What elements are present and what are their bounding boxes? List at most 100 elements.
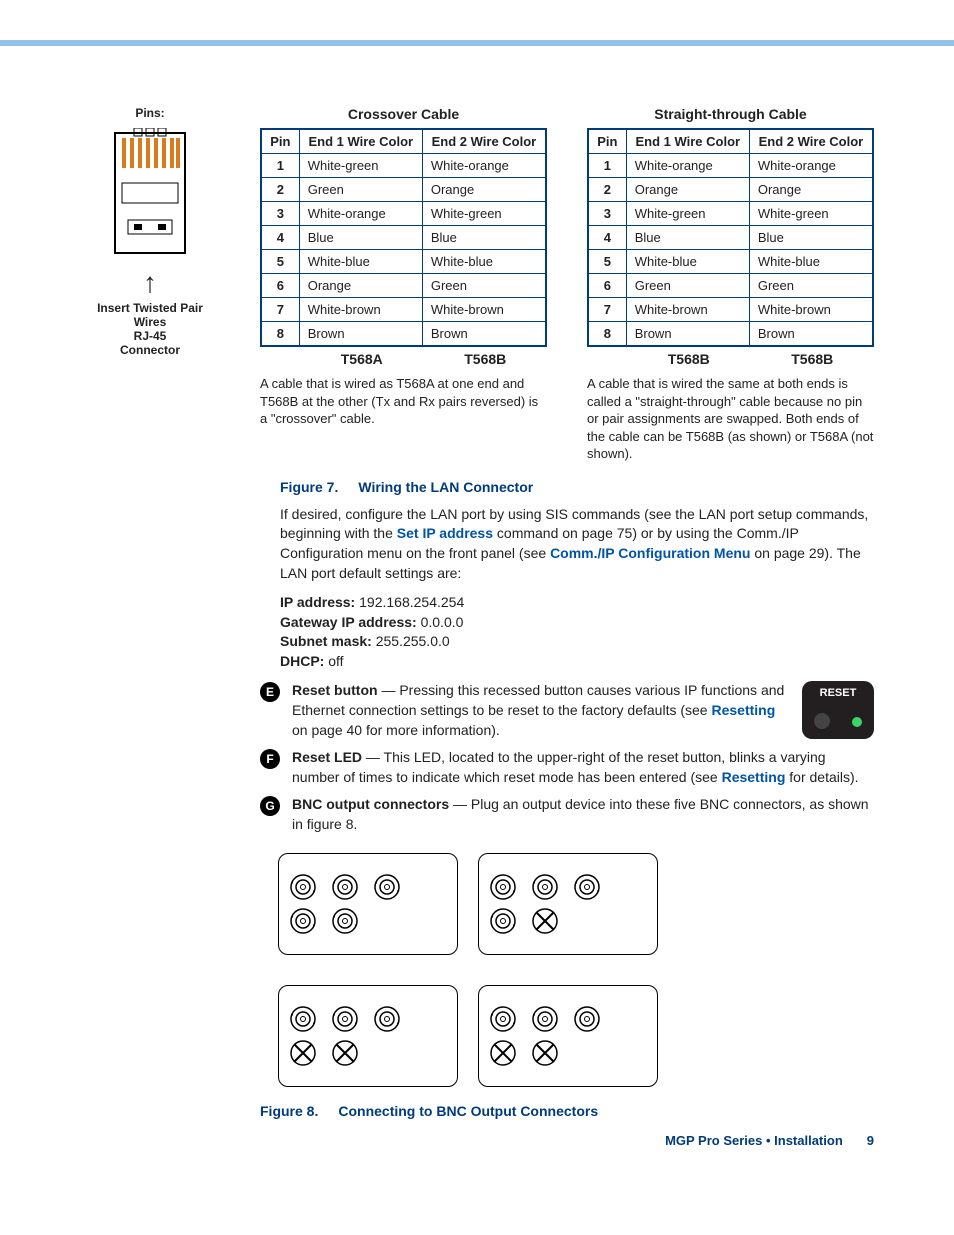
cell-end2: White-brown [749, 298, 873, 322]
cell-pin: 8 [261, 322, 299, 347]
bnc-connector-icon [373, 1005, 401, 1033]
cell-pin: 7 [261, 298, 299, 322]
bnc-connector-icon [489, 1005, 517, 1033]
cell-end1: White-blue [626, 250, 749, 274]
bnc-connector-icon [531, 1005, 559, 1033]
bnc-panel [478, 985, 658, 1087]
bnc-connector-icon [489, 907, 517, 935]
bnc-unused-icon [531, 907, 559, 935]
top-accent-bar [0, 0, 954, 46]
item-bnc-outputs: G BNC output connectors — Plug an output… [260, 795, 874, 834]
straight-std1: T568B [627, 351, 751, 367]
footer-page: 9 [867, 1133, 874, 1148]
bnc-unused-icon [531, 1039, 559, 1067]
crossover-table: Pin End 1 Wire Color End 2 Wire Color 1W… [260, 128, 547, 347]
bnc-connector-icon [331, 1005, 359, 1033]
callout-e: E [260, 682, 280, 702]
default-settings: IP address: 192.168.254.254 Gateway IP a… [280, 593, 874, 671]
straight-table: Pin End 1 Wire Color End 2 Wire Color 1W… [587, 128, 874, 347]
cell-end2: White-orange [749, 154, 873, 178]
link-resetting-2[interactable]: Resetting [722, 769, 786, 785]
bnc-connector-icon [573, 873, 601, 901]
bnc-panel [478, 853, 658, 955]
cell-end1: Green [299, 178, 422, 202]
pins-label: Pins: [80, 106, 220, 120]
cell-end2: Orange [749, 178, 873, 202]
cell-end1: White-brown [299, 298, 422, 322]
crossover-std2: T568B [424, 351, 548, 367]
straight-section: Straight-through Cable Pin End 1 Wire Co… [587, 106, 874, 463]
bnc-connector-icon [289, 907, 317, 935]
cell-end1: Orange [626, 178, 749, 202]
link-set-ip[interactable]: Set IP address [397, 525, 493, 541]
cell-end1: White-orange [626, 154, 749, 178]
cell-end2: Brown [749, 322, 873, 347]
bnc-connector-icon [331, 873, 359, 901]
cell-end2: White-orange [422, 154, 546, 178]
cell-pin: 6 [261, 274, 299, 298]
cell-end2: White-green [749, 202, 873, 226]
col-pin: Pin [588, 129, 626, 154]
cell-pin: 7 [588, 298, 626, 322]
figure-8-label: Figure 8.Connecting to BNC Output Connec… [260, 1103, 874, 1119]
cell-pin: 4 [588, 226, 626, 250]
pins-caption-rj45a: RJ-45 [80, 329, 220, 343]
up-arrow-icon: ↑ [80, 269, 220, 297]
cell-end1: Green [626, 274, 749, 298]
cell-pin: 8 [588, 322, 626, 347]
cell-end1: Blue [626, 226, 749, 250]
link-resetting-1[interactable]: Resetting [711, 702, 775, 718]
link-comm-ip-menu[interactable]: Comm./IP Configuration Menu [550, 545, 750, 561]
col-end1: End 1 Wire Color [626, 129, 749, 154]
cell-end2: Brown [422, 322, 546, 347]
bnc-unused-icon [331, 1039, 359, 1067]
bnc-connector-icon [289, 873, 317, 901]
bnc-unused-icon [489, 1039, 517, 1067]
cell-pin: 2 [261, 178, 299, 202]
bnc-panel-grid [278, 853, 874, 1087]
col-end1: End 1 Wire Color [299, 129, 422, 154]
cell-end2: White-green [422, 202, 546, 226]
table-row: 2OrangeOrange [588, 178, 873, 202]
bnc-unused-icon [289, 1039, 317, 1067]
cell-pin: 1 [588, 154, 626, 178]
crossover-note: A cable that is wired as T568A at one en… [260, 375, 547, 428]
bnc-connector-icon [531, 873, 559, 901]
cell-pin: 4 [261, 226, 299, 250]
cell-end1: White-orange [299, 202, 422, 226]
item-reset-button: E Reset button — Pressing this recessed … [260, 681, 794, 740]
cell-pin: 3 [261, 202, 299, 226]
cell-end2: Green [749, 274, 873, 298]
reset-module-illustration: RESET [802, 681, 874, 739]
cell-end2: Blue [749, 226, 873, 250]
table-row: 1White-greenWhite-orange [261, 154, 546, 178]
table-row: 5White-blueWhite-blue [261, 250, 546, 274]
callout-f: F [260, 749, 280, 769]
table-row: 7White-brownWhite-brown [588, 298, 873, 322]
bnc-panel [278, 985, 458, 1087]
cell-end2: White-blue [422, 250, 546, 274]
cell-end2: White-brown [422, 298, 546, 322]
cell-pin: 3 [588, 202, 626, 226]
cell-pin: 6 [588, 274, 626, 298]
item-reset-led: F Reset LED — This LED, located to the u… [260, 748, 874, 787]
table-row: 4BlueBlue [588, 226, 873, 250]
cell-pin: 5 [261, 250, 299, 274]
page-footer: MGP Pro Series • Installation 9 [80, 1133, 874, 1148]
table-row: 2GreenOrange [261, 178, 546, 202]
table-row: 7White-brownWhite-brown [261, 298, 546, 322]
table-row: 6GreenGreen [588, 274, 873, 298]
callout-g: G [260, 796, 280, 816]
bnc-connector-icon [573, 1005, 601, 1033]
col-end2: End 2 Wire Color [749, 129, 873, 154]
table-row: 6OrangeGreen [261, 274, 546, 298]
straight-std2: T568B [751, 351, 875, 367]
table-row: 1White-orangeWhite-orange [588, 154, 873, 178]
crossover-section: Crossover Cable Pin End 1 Wire Color End… [260, 106, 547, 428]
cell-end2: Green [422, 274, 546, 298]
bnc-connector-icon [289, 1005, 317, 1033]
cell-end1: White-green [626, 202, 749, 226]
pins-caption-rj45b: Connector [80, 343, 220, 357]
table-row: 4BlueBlue [261, 226, 546, 250]
bnc-connector-icon [373, 873, 401, 901]
